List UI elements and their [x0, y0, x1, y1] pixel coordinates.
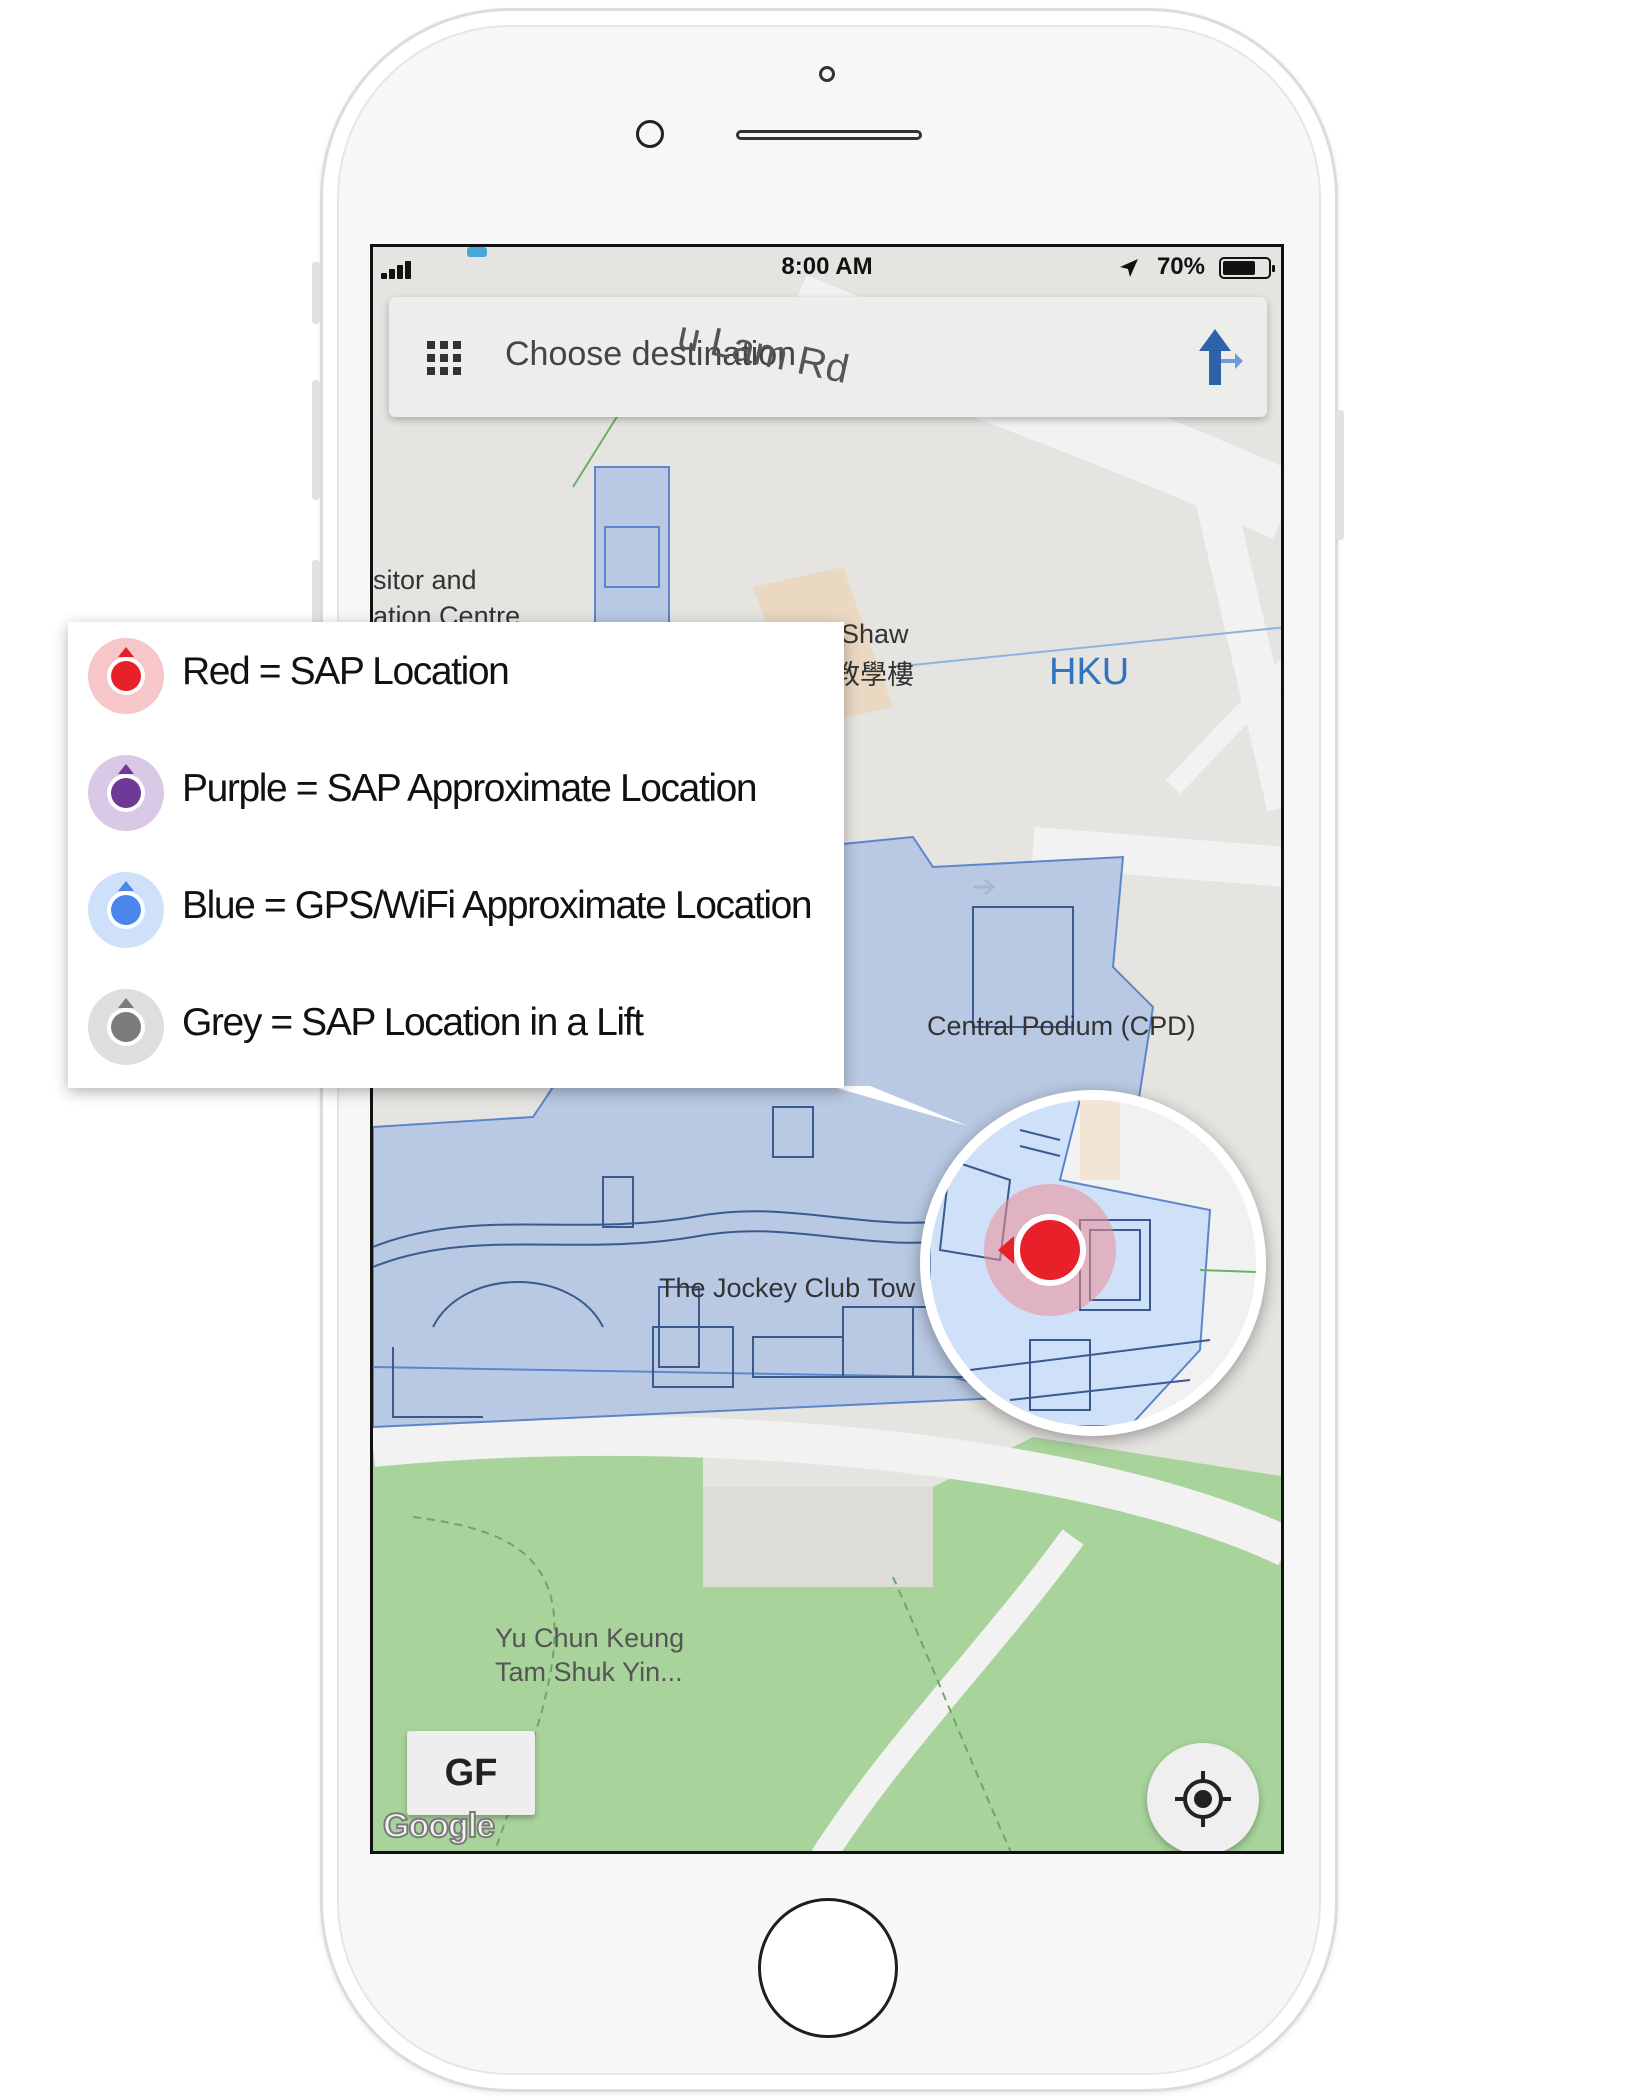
magnifier-map [930, 1100, 1256, 1426]
home-button[interactable] [758, 1898, 898, 2038]
purple-location-marker-icon [88, 755, 164, 831]
location-color-legend: Red = SAP Location Purple = SAP Approxim… [68, 622, 844, 1088]
central-podium-label: Central Podium (CPD) [927, 1011, 1196, 1041]
jockey-club-label: The Jockey Club Tow [659, 1273, 916, 1303]
grey-location-marker-icon [88, 989, 164, 1065]
volume-up-button [312, 380, 320, 500]
legend-label-red: Red = SAP Location [182, 650, 510, 693]
status-bar: 8:00 AM 70% [373, 247, 1281, 287]
silent-switch [312, 262, 320, 324]
location-arrow-icon [1120, 259, 1138, 277]
legend-label-grey: Grey = SAP Location in a Lift [182, 1001, 644, 1044]
power-button [1336, 410, 1344, 540]
grid-menu-icon[interactable] [427, 341, 461, 375]
hku-label: HKU [1049, 651, 1130, 693]
my-location-icon [1175, 1771, 1231, 1827]
shaw-building-label-line1: Shaw [841, 619, 909, 649]
battery-percentage: 70% [1156, 253, 1205, 280]
stage: 8:00 AM 70% Choose destination u Lam Rd … [0, 0, 1650, 2100]
visitor-centre-label-line1: sitor and [373, 565, 477, 595]
blue-location-marker-icon [88, 872, 164, 948]
shaw-building-label-line2: 教學樓 [833, 660, 914, 690]
legend-label-blue: Blue = GPS/WiFi Approximate Location [182, 884, 813, 927]
legend-item-purple: Purple = SAP Approximate Location [68, 739, 844, 839]
legend-item-red: Red = SAP Location [68, 622, 844, 722]
magnifier-map-canvas [930, 1100, 1256, 1426]
floor-selector-button[interactable]: GF [407, 1731, 535, 1815]
red-location-marker-icon [88, 638, 164, 714]
directions-arrow-icon[interactable] [1195, 327, 1245, 387]
legend-label-purple: Purple = SAP Approximate Location [182, 767, 758, 810]
my-location-button[interactable] [1147, 1743, 1259, 1851]
legend-item-blue: Blue = GPS/WiFi Approximate Location [68, 856, 844, 956]
battery-icon [1219, 257, 1275, 279]
status-time: 8:00 AM [781, 253, 873, 280]
front-sensor-icon [636, 120, 664, 148]
legend-item-grey: Grey = SAP Location in a Lift [68, 973, 844, 1073]
yu-chun-keung-label-line2: Tam Shuk Yin... [495, 1657, 683, 1687]
google-attribution: Google [382, 1806, 496, 1846]
earpiece-speaker [736, 130, 922, 140]
red-location-marker-icon [1020, 1220, 1080, 1280]
camera-icon [819, 66, 835, 82]
magnified-location-view [920, 1090, 1266, 1436]
yu-chun-keung-label-line1: Yu Chun Keung [495, 1623, 685, 1653]
